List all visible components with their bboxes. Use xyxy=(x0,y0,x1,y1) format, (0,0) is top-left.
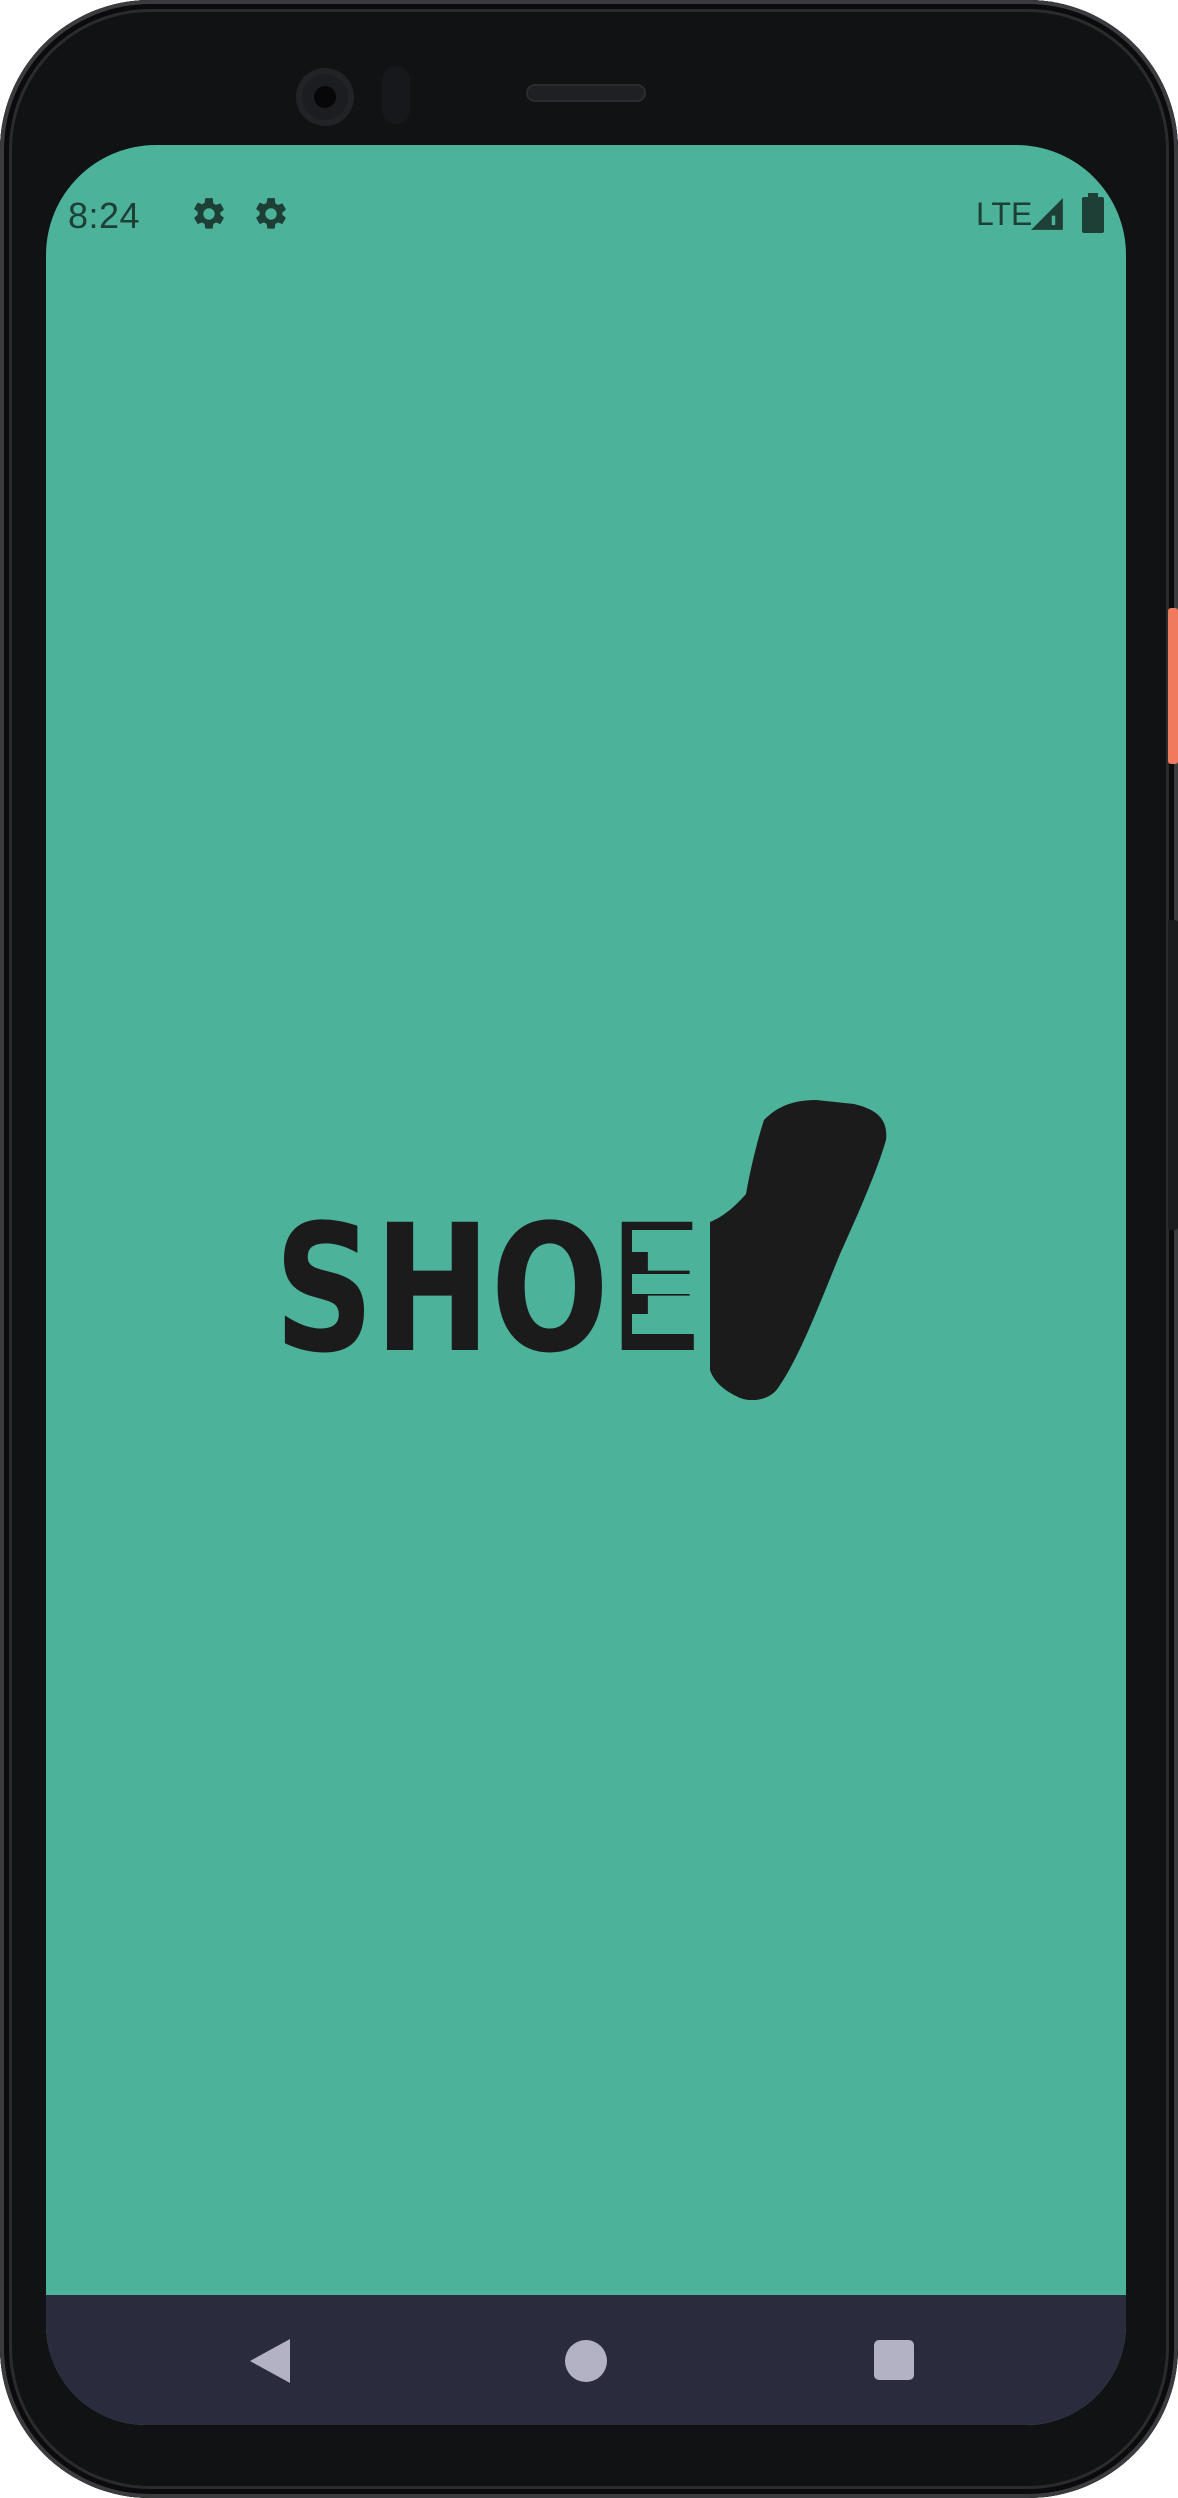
front-camera xyxy=(296,68,354,126)
back-icon[interactable] xyxy=(250,2339,290,2383)
status-bar: 8:24 LTE xyxy=(46,145,1126,281)
sneaker-silhouette xyxy=(710,1100,887,1400)
recents-icon[interactable] xyxy=(874,2340,914,2380)
home-icon[interactable] xyxy=(565,2340,607,2382)
earpiece-speaker xyxy=(526,84,646,102)
signal-icon xyxy=(1031,198,1063,230)
logo-stripe xyxy=(632,1274,698,1294)
logo-stripe xyxy=(632,1314,698,1334)
screen: 8:24 LTE SHOE xyxy=(46,145,1126,2425)
volume-rocker xyxy=(1168,920,1178,1230)
gear-icon xyxy=(256,198,286,229)
navigation-bar xyxy=(46,2295,1126,2425)
power-button xyxy=(1168,608,1178,764)
shoe-logo: SHOE xyxy=(274,1100,887,1400)
status-time: 8:24 xyxy=(68,195,141,236)
network-type-label: LTE xyxy=(976,196,1033,232)
logo-stripe xyxy=(632,1230,698,1252)
proximity-sensor xyxy=(382,66,410,124)
phone-frame: 8:24 LTE SHOE xyxy=(0,0,1178,2498)
gear-icon xyxy=(194,198,224,229)
battery-icon xyxy=(1082,193,1104,233)
